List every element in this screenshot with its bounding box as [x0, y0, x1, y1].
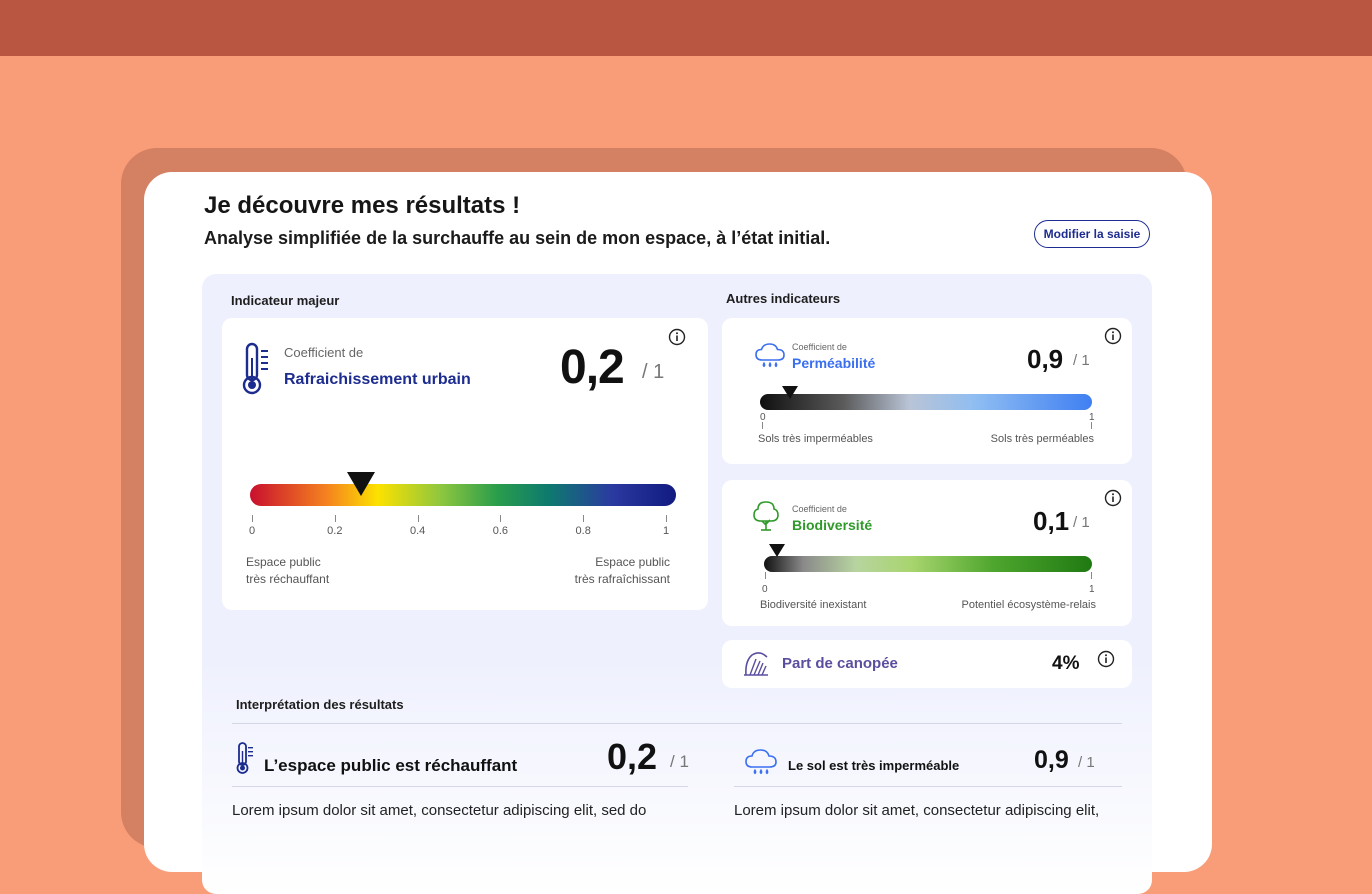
permeability-tick-min — [762, 422, 763, 429]
permeability-tick-min-label: 0 — [760, 412, 766, 423]
interpretation-label: Interprétation des résultats — [236, 697, 404, 712]
tree-icon — [753, 501, 779, 531]
interpretation-left-value: 0,2 — [607, 736, 658, 777]
permeability-score-marker — [781, 386, 798, 399]
interpretation-left-text: Lorem ipsum dolor sit amet, consectetur … — [232, 802, 647, 819]
other-indicators-label: Autres indicateurs — [726, 291, 841, 306]
permeability-tick-max — [1091, 422, 1092, 429]
major-right-label: Espace public très rafraîchissant — [575, 554, 670, 588]
major-coef-prefix: Coefficient de — [284, 345, 364, 360]
major-coef-name: Rafraichissement urbain — [284, 371, 471, 388]
canopy-value: 4% — [1052, 653, 1080, 674]
info-icon[interactable] — [668, 328, 686, 346]
cooling-scale-tick — [583, 515, 585, 522]
major-left-label: Espace public très réchauffant — [246, 554, 329, 588]
permeability-gradient-bar — [760, 394, 1092, 410]
cooling-scale-tick — [666, 515, 667, 522]
modify-input-button[interactable]: Modifier la saisie — [1034, 220, 1150, 248]
permeability-coef-name: Perméabilité — [792, 355, 876, 371]
interpretation-left-heading: L’espace public est réchauffant — [264, 756, 518, 775]
interpretation-left-denominator: / 1 — [670, 752, 689, 771]
major-left-label-line2: très réchauffant — [246, 572, 330, 586]
thermometer-icon — [236, 742, 253, 774]
canopy-icon — [744, 652, 768, 676]
permeability-score-denominator: / 1 — [1073, 352, 1090, 369]
biodiversity-right-label: Potentiel écosystème-relais — [961, 599, 1096, 611]
cooling-scale-tick-label: 0.8 — [575, 525, 591, 537]
biodiversity-gradient-bar — [764, 556, 1092, 572]
biodiversity-coef-name: Biodiversité — [792, 517, 873, 533]
info-icon[interactable] — [1104, 489, 1122, 507]
cloud-rain-icon — [755, 343, 785, 368]
biodiversity-score-value: 0,1 — [1033, 506, 1070, 536]
cloud-rain-icon — [745, 749, 777, 775]
biodiversity-tick-max-label: 1 — [1089, 584, 1095, 595]
major-indicator-label: Indicateur majeur — [231, 293, 340, 308]
thermometer-icon — [242, 342, 268, 395]
cooling-scale-tick — [252, 515, 253, 522]
interpretation-right-denominator: / 1 — [1078, 754, 1095, 771]
major-score-value: 0,2 — [560, 341, 625, 394]
biodiversity-tick-min — [765, 572, 766, 579]
cooling-scale-tick — [334, 515, 336, 522]
cooling-scale-tick-label: 0.4 — [409, 525, 426, 537]
interpretation-right-value: 0,9 — [1034, 746, 1069, 774]
canopy-card: Part de canopée 4% — [722, 640, 1132, 688]
interpretation-right-divider — [734, 786, 1122, 787]
permeability-right-label: Sols très perméables — [990, 433, 1094, 445]
cooling-scale-tick — [500, 515, 502, 522]
biodiversity-coef-prefix: Coefficient de — [792, 504, 847, 514]
indicators-panel: Indicateur majeur Coefficient de Rafraic… — [202, 274, 1152, 894]
canopy-label: Part de canopée — [782, 655, 898, 672]
major-left-label-line1: Espace public — [246, 555, 321, 569]
info-icon[interactable] — [1097, 650, 1115, 668]
permeability-score-value: 0,9 — [1027, 344, 1064, 374]
cooling-scale-tick-label: 0.6 — [492, 525, 509, 537]
cooling-gradient-bar — [250, 484, 676, 506]
biodiversity-card: Coefficient de Biodiversité 0,1 / 1 0 1 … — [722, 480, 1132, 626]
major-right-label-line2: très rafraîchissant — [574, 572, 670, 586]
biodiversity-left-label: Biodiversité inexistant — [760, 599, 867, 611]
permeability-tick-max-label: 1 — [1089, 412, 1095, 423]
top-banner — [0, 0, 1372, 56]
cooling-scale-tick-label: 1 — [662, 525, 670, 537]
interpretation-right-heading: Le sol est très imperméable — [788, 758, 960, 773]
cooling-score-marker — [346, 472, 375, 496]
permeability-card: Coefficient de Perméabilité 0,9 / 1 0 1 … — [722, 318, 1132, 464]
major-indicator-card: Coefficient de Rafraichissement urbain 0… — [222, 318, 708, 610]
biodiversity-tick-min-label: 0 — [762, 584, 768, 595]
page-subtitle: Analyse simplifiée de la surchauffe au s… — [204, 228, 831, 248]
biodiversity-tick-max — [1091, 572, 1092, 579]
cooling-scale-tick-label: 0.2 — [327, 525, 343, 537]
interpretation-divider — [232, 723, 1122, 724]
interpretation-right-text: Lorem ipsum dolor sit amet, consectetur … — [734, 802, 1100, 819]
permeability-coef-prefix: Coefficient de — [792, 342, 847, 352]
cooling-scale-tick — [417, 515, 419, 522]
page-title: Je découvre mes résultats ! — [204, 192, 521, 219]
major-score-denominator: / 1 — [642, 361, 665, 383]
interpretation-left-divider — [232, 786, 688, 787]
permeability-left-label: Sols très imperméables — [758, 433, 873, 445]
cooling-scale-tick-label: 0 — [248, 525, 256, 537]
major-right-label-line1: Espace public — [595, 555, 670, 569]
biodiversity-score-marker — [769, 544, 786, 557]
info-icon[interactable] — [1104, 327, 1122, 345]
biodiversity-score-denominator: / 1 — [1073, 514, 1090, 531]
results-card: Je découvre mes résultats ! Analyse simp… — [144, 172, 1212, 894]
